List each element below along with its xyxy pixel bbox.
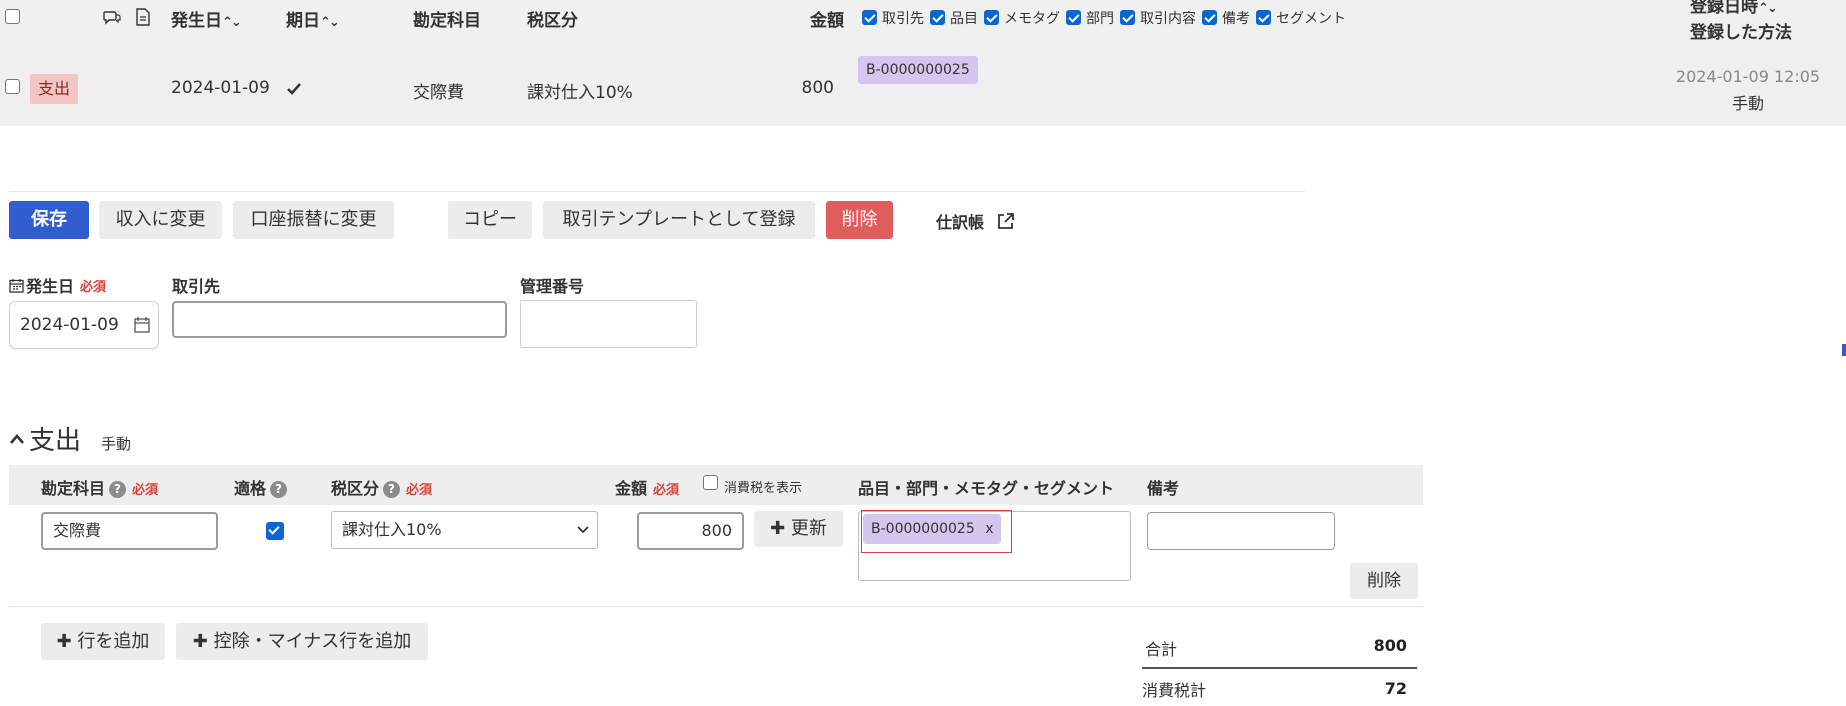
col-registered-method: 登録した方法	[1690, 23, 1792, 43]
row-checkbox[interactable]	[5, 79, 20, 94]
delete-row-button[interactable]: 削除	[1350, 563, 1418, 599]
chevron-down-icon	[577, 526, 589, 534]
col-amount: 金額	[810, 11, 844, 31]
sort-icon[interactable]: ⌃⌄	[320, 15, 340, 30]
partner-input[interactable]	[172, 301, 507, 338]
total-value: 800	[1373, 636, 1407, 655]
plus-icon: ✚	[770, 518, 786, 539]
section-subtitle: 手動	[101, 435, 132, 453]
sort-icon[interactable]: ⌃⌄	[222, 15, 242, 30]
section-header[interactable]: 支出 手動	[9, 420, 131, 457]
management-number-label: 管理番号	[520, 277, 585, 296]
tag-chip[interactable]: B-0000000025 x	[863, 514, 1002, 544]
row-amount: 800	[801, 78, 834, 98]
calendar-icon	[9, 278, 24, 293]
issue-date-label: 発生日 必須	[9, 273, 106, 297]
qualified-checkbox[interactable]	[266, 522, 284, 540]
required-badge: 必須	[406, 483, 433, 498]
total-label: 合計	[1145, 640, 1178, 659]
divider	[9, 191, 1305, 192]
external-link-icon	[996, 212, 1015, 231]
row-registered-at: 2024-01-09 12:05	[1675, 67, 1821, 86]
comment-icon	[103, 9, 121, 29]
column-option-checkbox[interactable]	[1202, 10, 1217, 25]
register-template-button[interactable]: 取引テンプレートとして登録	[543, 201, 815, 239]
plus-icon: ✚	[192, 631, 208, 652]
column-option-checkbox[interactable]	[1256, 10, 1271, 25]
add-minus-row-button[interactable]: ✚ 控除・マイナス行を追加	[176, 623, 428, 660]
account-input[interactable]: 交際費	[41, 512, 218, 550]
type-badge: 支出	[30, 74, 79, 104]
row-account: 交際費	[413, 83, 464, 103]
required-badge: 必須	[132, 483, 159, 498]
col-issue-date[interactable]: 発生日⌃⌄	[171, 6, 242, 31]
tax-total-label: 消費税計	[1142, 681, 1207, 700]
column-option-label: メモタグ	[1004, 11, 1060, 27]
select-all-checkbox[interactable]	[5, 9, 20, 24]
sort-icon[interactable]: ⌃⌄	[1758, 1, 1778, 16]
col-tags-header: 品目・部門・メモタグ・セグメント	[858, 479, 1115, 498]
column-option-label: 品目	[950, 11, 978, 27]
tag-remove-icon[interactable]: x	[985, 521, 993, 537]
save-button[interactable]: 保存	[9, 201, 89, 239]
column-option-checkbox[interactable]	[862, 10, 877, 25]
required-badge: 必須	[653, 483, 680, 498]
row-tax: 課対仕入10%	[527, 83, 633, 103]
show-tax-label: 消費税を表示	[724, 481, 803, 496]
amount-input[interactable]: 800	[637, 512, 744, 550]
journal-label: 仕訳帳	[936, 213, 985, 232]
column-option-label: 取引先	[882, 11, 924, 27]
column-option-label: 備考	[1222, 11, 1250, 27]
col-tax: 税区分	[527, 11, 578, 31]
memo-input[interactable]	[1147, 512, 1335, 550]
help-icon[interactable]: ?	[270, 481, 288, 498]
tax-select[interactable]: 課対仕入10%	[331, 511, 598, 549]
issue-date-input[interactable]: 2024-01-09	[9, 301, 159, 349]
col-due-date[interactable]: 期日⌃⌄	[286, 6, 340, 31]
add-row-button[interactable]: ✚ 行を追加	[41, 623, 165, 660]
col-account-header: 勘定科目? 必須	[41, 479, 159, 498]
column-option-checkbox[interactable]	[1120, 10, 1135, 25]
column-option-checkbox[interactable]	[1066, 10, 1081, 25]
check-icon	[286, 81, 302, 101]
calendar-icon[interactable]	[134, 316, 150, 333]
document-icon	[136, 8, 150, 30]
column-option-label: 部門	[1086, 11, 1114, 27]
column-option-checkbox[interactable]	[984, 10, 999, 25]
change-to-income-button[interactable]: 収入に変更	[99, 201, 222, 239]
change-to-transfer-button[interactable]: 口座振替に変更	[233, 201, 394, 239]
col-account: 勘定科目	[413, 11, 481, 31]
col-qualified-header: 適格?	[234, 475, 288, 499]
delete-button[interactable]: 削除	[826, 201, 893, 239]
plus-icon: ✚	[56, 631, 72, 652]
copy-button[interactable]: コピー	[448, 201, 532, 239]
divider	[9, 606, 1423, 607]
column-option-label: セグメント	[1276, 11, 1346, 27]
column-options: 取引先 品目 メモタグ 部門 取引内容 備考 セグメント	[862, 8, 1352, 28]
column-option-label: 取引内容	[1140, 11, 1196, 27]
tax-total-value: 72	[1384, 679, 1407, 698]
help-icon[interactable]: ?	[109, 481, 127, 498]
row-issue-date: 2024-01-09	[171, 78, 270, 98]
col-registered-at[interactable]: 登録日時⌃⌄	[1690, 0, 1778, 17]
summary-divider	[1142, 667, 1417, 669]
management-number-input[interactable]	[520, 300, 697, 348]
col-tax-header: 税区分? 必須	[331, 479, 433, 498]
chevron-up-icon[interactable]	[9, 433, 25, 445]
show-tax-checkbox[interactable]	[703, 475, 718, 490]
row-registered-method: 手動	[1731, 94, 1764, 113]
col-memo-header: 備考	[1147, 479, 1180, 498]
col-amount-header: 金額 必須	[615, 479, 680, 498]
scroll-marker	[1842, 344, 1846, 356]
section-title: 支出	[29, 426, 82, 456]
journal-link[interactable]: 仕訳帳	[936, 209, 1015, 233]
update-button[interactable]: ✚ 更新	[754, 511, 843, 547]
column-option-checkbox[interactable]	[930, 10, 945, 25]
required-badge: 必須	[80, 279, 107, 295]
partner-label: 取引先	[172, 277, 221, 296]
row-tag: B-0000000025	[858, 56, 978, 84]
help-icon[interactable]: ?	[383, 481, 401, 498]
